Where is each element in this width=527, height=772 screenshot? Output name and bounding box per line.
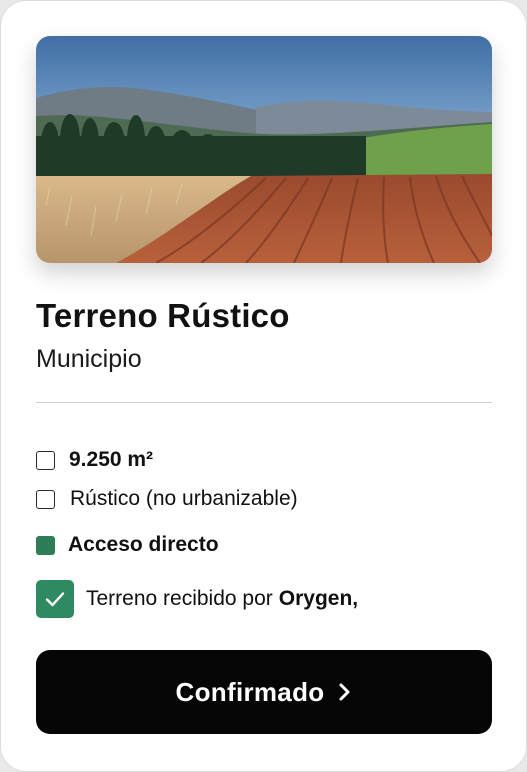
- feature-classification-label: Rústico (no urbanizable): [70, 487, 298, 510]
- feature-access-label: Acceso directo: [68, 533, 219, 556]
- receipt-company: Orygen,: [278, 587, 359, 610]
- property-photo: [36, 36, 492, 263]
- property-card: Terreno Rústico Municipio 9.250 m² Rústi…: [0, 0, 527, 772]
- checkbox-area[interactable]: [36, 450, 55, 470]
- property-title: Terreno Rústico: [36, 297, 290, 334]
- feature-area-label: 9.250 m²: [69, 448, 154, 471]
- feature-classification[interactable]: Rústico (no urbanizable): [36, 487, 298, 511]
- checkbox-classification[interactable]: [36, 489, 55, 509]
- feature-access[interactable]: Acceso directo: [36, 533, 219, 557]
- confirm-button[interactable]: Confirmado: [36, 650, 492, 734]
- chevron-right-icon: [338, 682, 352, 702]
- feature-area[interactable]: 9.250 m²: [36, 448, 153, 472]
- checked-checkbox[interactable]: [36, 580, 74, 618]
- confirm-button-label: Confirmado: [175, 676, 325, 707]
- landscape-farmland-image: [36, 36, 492, 263]
- receipt-confirmation[interactable]: Terreno recibido por Orygen,: [36, 580, 358, 618]
- receipt-text: Terreno recibido por: [86, 587, 273, 610]
- checkmark-icon: [45, 592, 65, 607]
- divider: [36, 402, 492, 403]
- checkbox-access[interactable]: [36, 535, 55, 555]
- property-subtitle: Municipio: [36, 345, 142, 373]
